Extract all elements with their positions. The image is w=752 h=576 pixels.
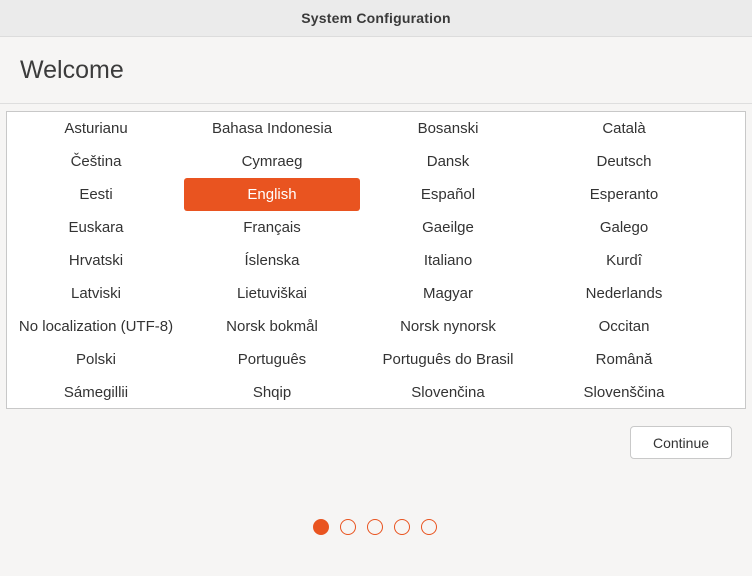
language-item[interactable]: Sámegillii bbox=[8, 376, 184, 409]
language-item[interactable]: Dansk bbox=[360, 145, 536, 178]
language-item[interactable]: Português bbox=[184, 343, 360, 376]
page-dot-2 bbox=[340, 519, 356, 535]
language-item[interactable]: Català bbox=[536, 112, 712, 145]
language-item[interactable]: Bosanski bbox=[360, 112, 536, 145]
window-title: System Configuration bbox=[301, 10, 451, 26]
language-item[interactable]: Norsk bokmål bbox=[184, 310, 360, 343]
language-item[interactable]: Íslenska bbox=[184, 244, 360, 277]
language-item[interactable]: Norsk nynorsk bbox=[360, 310, 536, 343]
language-item[interactable]: Magyar bbox=[360, 277, 536, 310]
language-item[interactable]: Occitan bbox=[536, 310, 712, 343]
title-bar[interactable]: System Configuration bbox=[0, 0, 752, 37]
language-item-selected[interactable]: English bbox=[184, 178, 360, 211]
page-dot-3 bbox=[367, 519, 383, 535]
page-header: Welcome bbox=[0, 38, 752, 104]
language-item[interactable]: Polski bbox=[8, 343, 184, 376]
language-item[interactable]: Nederlands bbox=[536, 277, 712, 310]
language-list: Asturianu Bahasa Indonesia Bosanski Català Č… bbox=[6, 111, 746, 409]
language-item[interactable]: Hrvatski bbox=[8, 244, 184, 277]
language-item[interactable]: Slovenščina bbox=[536, 376, 712, 409]
language-item[interactable]: No localization (UTF-8) bbox=[8, 310, 184, 343]
language-item[interactable]: Čeština bbox=[8, 145, 184, 178]
language-item[interactable]: Shqip bbox=[184, 376, 360, 409]
setup-window: System Configuration Welcome Asturianu Ba… bbox=[0, 0, 752, 576]
continue-button[interactable]: Continue bbox=[630, 426, 732, 459]
language-item[interactable]: Eesti bbox=[8, 178, 184, 211]
language-item[interactable]: Español bbox=[360, 178, 536, 211]
language-item[interactable]: Euskara bbox=[8, 211, 184, 244]
language-item[interactable]: Română bbox=[536, 343, 712, 376]
language-item[interactable]: Kurdî bbox=[536, 244, 712, 277]
language-item[interactable]: Français bbox=[184, 211, 360, 244]
language-item[interactable]: Cymraeg bbox=[184, 145, 360, 178]
page-title: Welcome bbox=[20, 56, 124, 84]
language-item[interactable]: Esperanto bbox=[536, 178, 712, 211]
language-item[interactable]: Deutsch bbox=[536, 145, 712, 178]
language-item[interactable]: Bahasa Indonesia bbox=[184, 112, 360, 145]
language-item[interactable]: Lietuviškai bbox=[184, 277, 360, 310]
page-dot-1 bbox=[313, 519, 329, 535]
language-item[interactable]: Galego bbox=[536, 211, 712, 244]
language-item[interactable]: Gaeilge bbox=[360, 211, 536, 244]
page-indicator bbox=[313, 519, 437, 535]
language-item[interactable]: Italiano bbox=[360, 244, 536, 277]
language-item[interactable]: Português do Brasil bbox=[360, 343, 536, 376]
language-item[interactable]: Latviski bbox=[8, 277, 184, 310]
language-item[interactable]: Slovenčina bbox=[360, 376, 536, 409]
page-dot-5 bbox=[421, 519, 437, 535]
language-item[interactable]: Asturianu bbox=[8, 112, 184, 145]
language-grid: Asturianu Bahasa Indonesia Bosanski Català Č… bbox=[7, 112, 745, 409]
page-dot-4 bbox=[394, 519, 410, 535]
